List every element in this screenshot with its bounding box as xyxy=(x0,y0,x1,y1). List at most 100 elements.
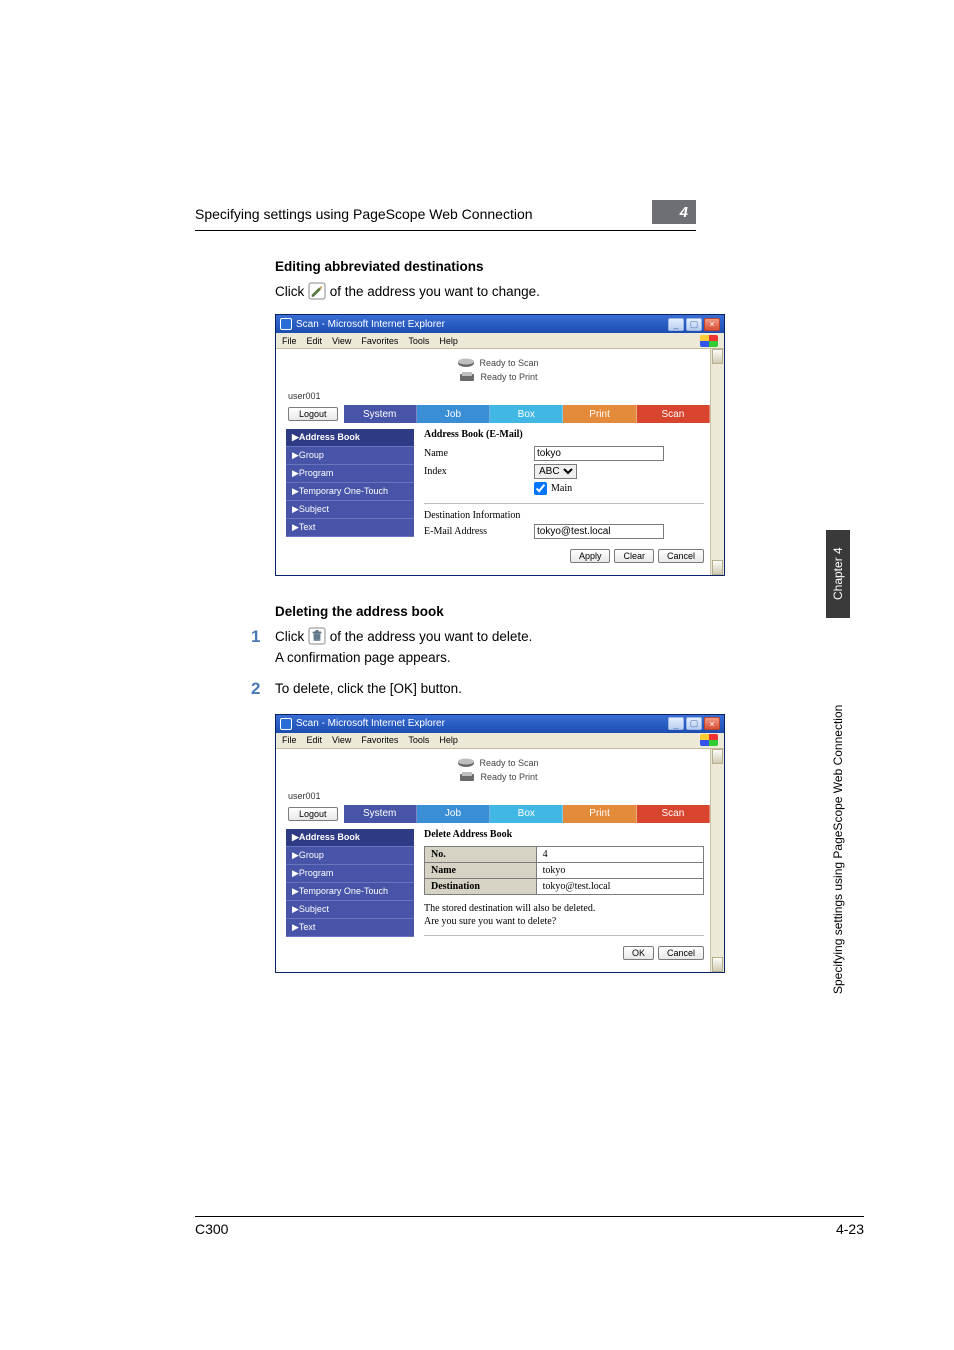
section-heading-deleting: Deleting the address book xyxy=(275,604,725,619)
label-email: E-Mail Address xyxy=(424,526,534,537)
chapter-banner: 4 xyxy=(652,200,696,224)
header-rule xyxy=(195,230,696,231)
tab-print[interactable]: Print xyxy=(563,805,636,823)
nav-program[interactable]: ▶Program xyxy=(286,465,414,483)
menu-file[interactable]: File xyxy=(282,336,297,346)
nav-program[interactable]: ▶Program xyxy=(286,865,414,883)
ok-button[interactable]: OK xyxy=(623,946,654,960)
tab-job[interactable]: Job xyxy=(417,805,490,823)
username: user001 xyxy=(288,391,321,401)
ie-icon xyxy=(280,718,292,730)
ie-icon xyxy=(280,318,292,330)
email-input[interactable] xyxy=(534,524,664,539)
step2-text: To delete, click the [OK] button. xyxy=(275,679,725,700)
side-nav: ▶Address Book ▶Group ▶Program ▶Temporary… xyxy=(286,429,414,563)
nav-address-book[interactable]: ▶Address Book xyxy=(286,829,414,847)
tab-box[interactable]: Box xyxy=(490,805,563,823)
label-index: Index xyxy=(424,466,534,477)
cell-dest-label: Destination xyxy=(425,878,537,894)
panel-heading: Address Book (E-Mail) xyxy=(424,429,704,440)
window-title: Scan - Microsoft Internet Explorer xyxy=(296,718,668,729)
menu-help[interactable]: Help xyxy=(439,336,458,346)
maximize-button[interactable]: ▢ xyxy=(686,318,702,331)
close-button[interactable]: × xyxy=(704,318,720,331)
maximize-button[interactable]: ▢ xyxy=(686,717,702,730)
menu-favorites[interactable]: Favorites xyxy=(361,336,398,346)
browser-window-edit: Scan - Microsoft Internet Explorer _ ▢ ×… xyxy=(275,314,725,576)
windows-flag-icon xyxy=(700,335,718,347)
logout-button[interactable]: Logout xyxy=(288,407,338,421)
cell-dest-value: tokyo@test.local xyxy=(536,878,703,894)
tab-scan[interactable]: Scan xyxy=(637,805,710,823)
close-button[interactable]: × xyxy=(704,717,720,730)
cancel-button[interactable]: Cancel xyxy=(658,946,704,960)
titlebar: Scan - Microsoft Internet Explorer _ ▢ × xyxy=(276,315,724,333)
name-input[interactable] xyxy=(534,446,664,461)
nav-text[interactable]: ▶Text xyxy=(286,519,414,537)
section-heading-editing: Editing abbreviated destinations xyxy=(275,259,725,274)
tab-system[interactable]: System xyxy=(344,405,417,423)
label-main: Main xyxy=(551,483,572,494)
page-footer: C300 4-23 xyxy=(195,1216,864,1240)
pencil-icon xyxy=(308,282,326,300)
tab-system[interactable]: System xyxy=(344,805,417,823)
menu-edit[interactable]: Edit xyxy=(307,336,323,346)
side-section-label: Specifying settings using PageScope Web … xyxy=(831,624,845,994)
apply-button[interactable]: Apply xyxy=(570,549,611,563)
windows-flag-icon xyxy=(700,734,718,746)
menu-view[interactable]: View xyxy=(332,336,351,346)
nav-address-book[interactable]: ▶Address Book xyxy=(286,429,414,447)
tab-scan[interactable]: Scan xyxy=(637,405,710,423)
nav-group[interactable]: ▶Group xyxy=(286,847,414,865)
step-number-1: 1 xyxy=(251,627,275,669)
separator xyxy=(424,503,704,504)
panel-heading-delete: Delete Address Book xyxy=(424,829,704,840)
main-checkbox[interactable] xyxy=(534,482,547,495)
nav-group[interactable]: ▶Group xyxy=(286,447,414,465)
label-name: Name xyxy=(424,448,534,459)
tab-box[interactable]: Box xyxy=(490,405,563,423)
menu-edit[interactable]: Edit xyxy=(307,735,323,745)
instruction-edit: Click of the address you want to change. xyxy=(275,282,725,300)
step1-confirm-text: A confirmation page appears. xyxy=(275,650,451,665)
nav-text[interactable]: ▶Text xyxy=(286,919,414,937)
cancel-button[interactable]: Cancel xyxy=(658,549,704,563)
cell-no-value: 4 xyxy=(536,846,703,862)
browser-window-delete: Scan - Microsoft Internet Explorer _ ▢ ×… xyxy=(275,714,725,973)
tab-job[interactable]: Job xyxy=(417,405,490,423)
device-status: Ready to Scan Ready to Print xyxy=(286,357,710,383)
confirm-msg-1: The stored destination will also be dele… xyxy=(424,903,704,914)
nav-temp-one-touch[interactable]: ▶Temporary One-Touch xyxy=(286,883,414,901)
menu-favorites[interactable]: Favorites xyxy=(361,735,398,745)
menubar: File Edit View Favorites Tools Help xyxy=(276,333,724,349)
dest-info-heading: Destination Information xyxy=(424,510,704,521)
cell-name-value: tokyo xyxy=(536,862,703,878)
username: user001 xyxy=(288,791,321,801)
cell-no-label: No. xyxy=(425,846,537,862)
menu-help[interactable]: Help xyxy=(439,735,458,745)
step-number-2: 2 xyxy=(251,679,275,700)
nav-subject[interactable]: ▶Subject xyxy=(286,901,414,919)
menu-file[interactable]: File xyxy=(282,735,297,745)
menu-view[interactable]: View xyxy=(332,735,351,745)
footer-page: 4-23 xyxy=(836,1221,864,1237)
confirm-msg-2: Are you sure you want to delete? xyxy=(424,916,704,927)
trash-icon xyxy=(308,627,326,645)
minimize-button[interactable]: _ xyxy=(668,717,684,730)
logout-button[interactable]: Logout xyxy=(288,807,338,821)
side-chapter-tab: Chapter 4 xyxy=(826,530,850,618)
menu-tools[interactable]: Tools xyxy=(408,336,429,346)
nav-temp-one-touch[interactable]: ▶Temporary One-Touch xyxy=(286,483,414,501)
scrollbar[interactable] xyxy=(710,749,724,972)
index-select[interactable]: ABC xyxy=(534,464,577,479)
menu-tools[interactable]: Tools xyxy=(408,735,429,745)
clear-button[interactable]: Clear xyxy=(614,549,654,563)
minimize-button[interactable]: _ xyxy=(668,318,684,331)
scrollbar[interactable] xyxy=(710,349,724,575)
tab-print[interactable]: Print xyxy=(563,405,636,423)
nav-subject[interactable]: ▶Subject xyxy=(286,501,414,519)
window-title: Scan - Microsoft Internet Explorer xyxy=(296,319,668,330)
running-header: Specifying settings using PageScope Web … xyxy=(195,202,533,222)
cell-name-label: Name xyxy=(425,862,537,878)
delete-info-table: No.4 Nametokyo Destinationtokyo@test.loc… xyxy=(424,846,704,895)
